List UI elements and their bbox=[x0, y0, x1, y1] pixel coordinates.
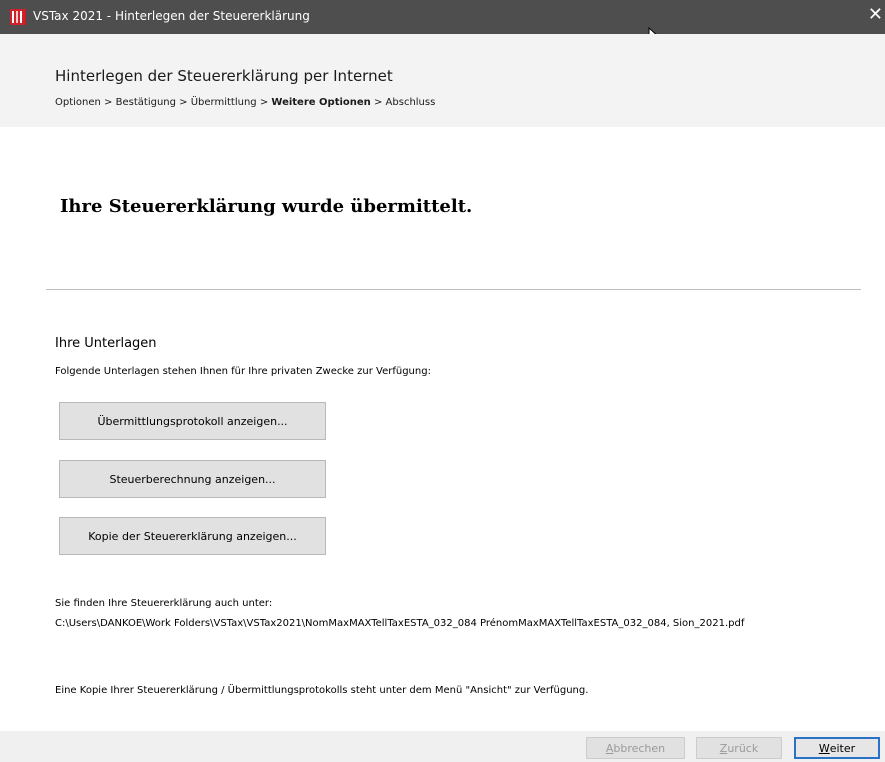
close-icon[interactable]: ✕ bbox=[868, 6, 883, 24]
breadcrumb-step-bestaetigung: Bestätigung bbox=[115, 97, 176, 108]
back-button[interactable]: Zurück bbox=[696, 737, 782, 759]
window-title: VSTax 2021 - Hinterlegen der Steuererklä… bbox=[33, 9, 310, 23]
wizard-footer: Abbrechen Zurück Weiter bbox=[0, 731, 885, 762]
location-label: Sie finden Ihre Steuererklärung auch unt… bbox=[55, 598, 273, 609]
divider bbox=[46, 289, 861, 290]
file-path: C:\Users\DANKOE\Work Folders\VSTax\VSTax… bbox=[55, 618, 745, 629]
breadcrumb-separator: > bbox=[256, 97, 272, 108]
show-protocol-button[interactable]: Übermittlungsprotokoll anzeigen... bbox=[59, 402, 326, 440]
breadcrumb-separator: > bbox=[175, 97, 191, 108]
copy-info-text: Eine Kopie Ihrer Steuererklärung / Überm… bbox=[55, 685, 589, 696]
next-button[interactable]: Weiter bbox=[794, 737, 880, 759]
back-label: urück bbox=[727, 741, 759, 755]
breadcrumb-step-optionen: Optionen bbox=[55, 97, 101, 108]
back-accelerator: Z bbox=[719, 741, 728, 755]
documents-section-title: Ihre Unterlagen bbox=[55, 336, 157, 351]
show-copy-button[interactable]: Kopie der Steuererklärung anzeigen... bbox=[59, 517, 326, 555]
title-bar[interactable]: VSTax 2021 - Hinterlegen der Steuererklä… bbox=[0, 0, 885, 47]
breadcrumb-step-weitere-optionen: Weitere Optionen bbox=[271, 97, 371, 108]
next-accelerator: W bbox=[818, 741, 830, 755]
cancel-accelerator: A bbox=[605, 741, 614, 755]
documents-description: Folgende Unterlagen stehen Ihnen für Ihr… bbox=[55, 366, 431, 377]
breadcrumb: Optionen > Bestätigung > Übermittlung > … bbox=[55, 97, 435, 108]
breadcrumb-step-uebermittlung: Übermittlung bbox=[190, 97, 257, 108]
wizard-header: Hinterlegen der Steuererklärung per Inte… bbox=[0, 34, 885, 127]
app-book-icon bbox=[10, 9, 25, 25]
cancel-button[interactable]: Abbrechen bbox=[586, 737, 685, 759]
breadcrumb-step-abschluss: Abschluss bbox=[385, 97, 436, 108]
breadcrumb-separator: > bbox=[100, 97, 116, 108]
success-message: Ihre Steuererklärung wurde übermittelt. bbox=[60, 196, 473, 217]
next-label: eiter bbox=[829, 741, 856, 755]
breadcrumb-separator: > bbox=[370, 97, 386, 108]
cancel-label: bbrechen bbox=[613, 741, 666, 755]
show-calculation-button[interactable]: Steuerberechnung anzeigen... bbox=[59, 460, 326, 498]
page-title: Hinterlegen der Steuererklärung per Inte… bbox=[55, 67, 393, 85]
